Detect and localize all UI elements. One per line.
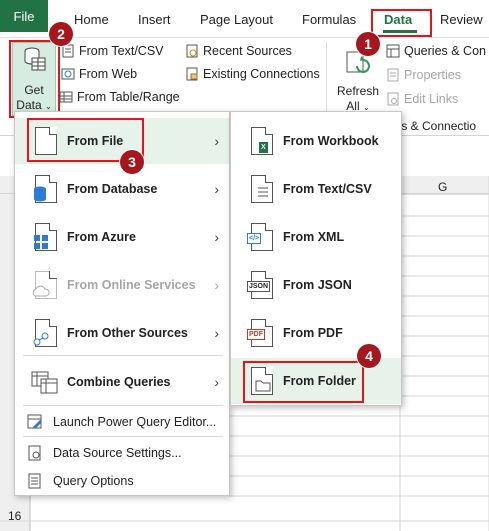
refresh-all-label-1: Refresh (336, 84, 380, 98)
tab-insert[interactable]: Insert (138, 12, 171, 27)
data-source-settings-icon (28, 445, 41, 461)
query-options-icon (28, 473, 41, 489)
existing-connections-label: Existing Connections (203, 67, 320, 81)
power-query-editor-icon (27, 414, 42, 429)
tab-file-label: File (13, 8, 35, 24)
row-header-16[interactable]: 16 (8, 509, 21, 523)
highlight-data-tab (371, 9, 432, 37)
azure-icon (31, 220, 61, 254)
menu-item-from-database-label: From Database (67, 182, 158, 196)
data-source-settings-label: Data Source Settings... (53, 446, 182, 460)
group-label-queries-connections: ies & Connectio (392, 119, 477, 133)
from-table-range-button[interactable]: From Table/Range (59, 90, 180, 104)
step-badge-2: 2 (49, 22, 73, 46)
cloud-icon (31, 268, 61, 302)
existing-connections-button[interactable]: Existing Connections (185, 67, 320, 81)
chevron-right-icon: › (214, 277, 219, 293)
menu-item-from-other-sources[interactable]: From Other Sources › (15, 310, 229, 356)
ribbon-tab-bar: File Home Insert Page Layout Formulas Da… (0, 0, 489, 38)
menu-separator (23, 355, 223, 356)
submenu-item-from-json[interactable]: JSON From JSON (231, 262, 401, 308)
recent-sources-icon (185, 44, 199, 58)
xml-icon: </> (247, 220, 277, 254)
from-text-csv-submenu-label: From Text/CSV (283, 182, 372, 196)
menu-item-launch-power-query-editor[interactable]: Launch Power Query Editor... (15, 408, 229, 436)
from-workbook-label: From Workbook (283, 134, 379, 148)
submenu-item-from-xml[interactable]: </> From XML (231, 214, 401, 260)
step-badge-3: 3 (120, 150, 144, 174)
submenu-item-from-text-csv[interactable]: From Text/CSV (231, 166, 401, 212)
menu-separator (23, 436, 223, 437)
chevron-right-icon: › (214, 181, 219, 197)
existing-connections-icon (185, 67, 199, 81)
submenu-item-from-workbook[interactable]: X From Workbook (231, 118, 401, 164)
tab-formulas[interactable]: Formulas (302, 12, 356, 27)
properties-label: Properties (404, 68, 461, 82)
combine-queries-icon (31, 365, 61, 399)
menu-item-from-online-services[interactable]: From Online Services › (15, 262, 229, 308)
from-text-csv-label: From Text/CSV (79, 44, 164, 58)
tab-review[interactable]: Review (440, 12, 483, 27)
refresh-all-button[interactable]: Refresh All ⌄ (334, 44, 382, 118)
highlight-get-data (9, 40, 60, 118)
query-options-label: Query Options (53, 474, 134, 488)
text-file-icon (61, 44, 75, 58)
other-sources-icon (31, 316, 61, 350)
properties-button[interactable]: Properties (386, 68, 461, 82)
edit-links-icon (386, 92, 400, 106)
chevron-right-icon: › (214, 133, 219, 149)
menu-item-from-azure[interactable]: From Azure › (15, 214, 229, 260)
from-text-csv-button[interactable]: From Text/CSV (61, 44, 164, 58)
from-web-label: From Web (79, 67, 138, 81)
properties-icon (386, 68, 400, 82)
tab-home[interactable]: Home (74, 12, 109, 27)
recent-sources-label: Recent Sources (203, 44, 292, 58)
chevron-right-icon: › (214, 229, 219, 245)
menu-item-from-azure-label: From Azure (67, 230, 136, 244)
column-header-g[interactable]: G (438, 180, 447, 194)
highlight-from-folder (243, 361, 364, 403)
pdf-icon: PDF (247, 316, 277, 350)
launch-power-query-editor-label: Launch Power Query Editor... (53, 415, 217, 429)
menu-item-combine-queries-label: Combine Queries (67, 375, 171, 389)
from-web-button[interactable]: From Web (61, 67, 137, 81)
chevron-right-icon: › (214, 325, 219, 341)
recent-sources-button[interactable]: Recent Sources (185, 44, 292, 58)
menu-item-data-source-settings[interactable]: Data Source Settings... (15, 439, 229, 467)
table-icon (59, 90, 73, 104)
database-icon (31, 172, 61, 206)
from-xml-label: From XML (283, 230, 345, 244)
text-csv-icon (247, 172, 277, 206)
edit-links-button[interactable]: Edit Links (386, 92, 458, 106)
web-icon (61, 67, 75, 81)
step-badge-4: 4 (357, 344, 381, 368)
menu-item-query-options[interactable]: Query Options (15, 467, 229, 495)
queries-connections-icon (386, 44, 400, 58)
menu-item-combine-queries[interactable]: Combine Queries › (15, 360, 229, 404)
step-badge-1: 1 (356, 32, 380, 56)
excel-workbook-icon: X (247, 124, 277, 158)
queries-connections-button[interactable]: Queries & Con (386, 44, 486, 58)
edit-links-label: Edit Links (404, 92, 459, 106)
tab-page-layout[interactable]: Page Layout (200, 12, 273, 27)
menu-item-from-database[interactable]: From Database › (15, 166, 229, 212)
menu-item-from-online-services-label: From Online Services (67, 278, 196, 292)
chevron-right-icon: › (214, 374, 219, 390)
menu-item-from-other-sources-label: From Other Sources (67, 326, 188, 340)
menu-separator (23, 405, 223, 406)
queries-connections-label: Queries & Con (404, 44, 486, 58)
from-json-label: From JSON (283, 278, 352, 292)
from-table-range-label: From Table/Range (77, 90, 180, 104)
json-icon: JSON (247, 268, 277, 302)
from-pdf-label: From PDF (283, 326, 343, 340)
tab-file[interactable]: File (0, 0, 48, 32)
